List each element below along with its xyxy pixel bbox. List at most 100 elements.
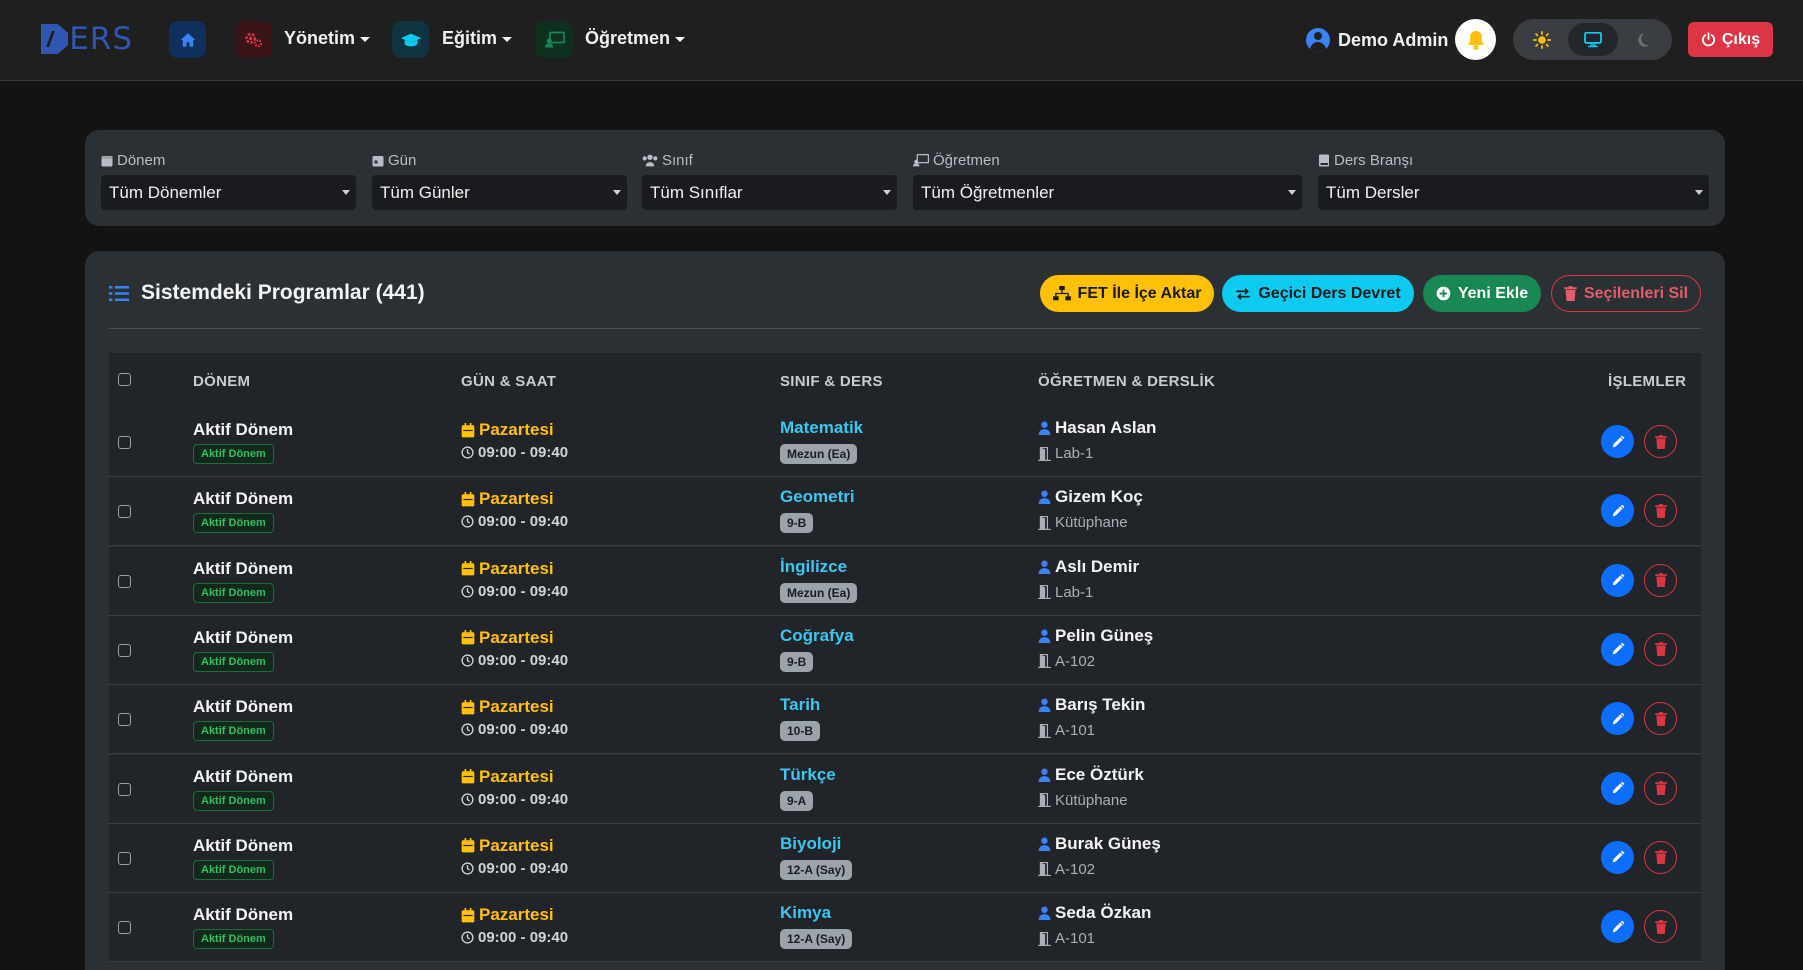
filter-donem-select[interactable]: Tüm Dönemler — [101, 175, 356, 210]
graduation-cap-icon — [400, 33, 421, 46]
row-saat: 09:00 - 09:40 — [461, 721, 568, 738]
filter-gun-select[interactable]: Tüm Günler — [372, 175, 627, 210]
pencil-icon — [1612, 920, 1624, 932]
exchange-icon — [1236, 287, 1251, 300]
delete-button[interactable] — [1644, 425, 1677, 458]
edit-button[interactable] — [1601, 494, 1634, 528]
row-checkbox[interactable] — [118, 851, 131, 865]
row-checkbox[interactable] — [118, 505, 131, 519]
filter-ders-bransi-select[interactable]: Tüm Dersler — [1318, 175, 1709, 210]
pencil-icon — [1612, 435, 1624, 447]
nav-home-button[interactable] — [169, 21, 206, 58]
filter-donem-value: Tüm Dönemler — [109, 182, 222, 202]
filter-sinif-value: Tüm Sınıflar — [650, 182, 743, 202]
notifications-button[interactable] — [1455, 19, 1496, 60]
nav-ogretmen-dropdown[interactable]: Öğretmen — [585, 28, 686, 49]
edit-button[interactable] — [1601, 563, 1634, 597]
delete-button[interactable] — [1644, 702, 1677, 736]
table-row[interactable]: Aktif Dönem Aktif Dönem Pazartesi 09:00 - 0… — [109, 546, 1701, 616]
edit-button[interactable] — [1601, 771, 1634, 805]
top-navbar: ERS Yönetim Eğitim Öğretmen Demo Admin Ç… — [0, 0, 1803, 81]
divider — [109, 328, 1701, 329]
nav-egitim-dropdown[interactable]: Eğitim — [442, 28, 513, 49]
row-checkbox[interactable] — [118, 782, 131, 796]
donem-status-badge: Aktif Dönem — [193, 721, 274, 742]
theme-light-button[interactable] — [1517, 23, 1567, 56]
filter-ogretmen-label: Öğretmen — [933, 151, 1000, 169]
nav-yonetim-dropdown[interactable]: Yönetim — [284, 28, 371, 49]
delete-button[interactable] — [1644, 910, 1677, 944]
pencil-icon — [1612, 573, 1624, 586]
desktop-icon — [1583, 31, 1602, 47]
row-ogretmen: Barış Tekin — [1038, 695, 1145, 715]
nav-ogretmen-icon-box[interactable] — [536, 21, 573, 58]
row-gun-text: Pazartesi — [479, 420, 554, 439]
edit-button[interactable] — [1601, 702, 1634, 736]
nav-egitim-icon-box[interactable] — [392, 21, 429, 58]
user-icon — [1038, 490, 1051, 505]
donem-status-badge: Aktif Dönem — [193, 582, 274, 603]
filter-gun-label: Gün — [388, 151, 417, 169]
table-row[interactable]: Aktif Dönem Aktif Dönem Pazartesi 09:00 - 0… — [109, 685, 1701, 755]
row-gun-text: Pazartesi — [479, 697, 554, 717]
table-row[interactable]: Aktif Dönem Aktif Dönem Pazartesi 09:00 - 0… — [109, 893, 1701, 963]
theme-auto-button[interactable] — [1567, 23, 1618, 56]
user-menu[interactable]: Demo Admin — [1306, 28, 1448, 52]
list-icon — [109, 285, 129, 301]
row-donem: Aktif Dönem — [193, 766, 294, 786]
edit-button[interactable] — [1601, 425, 1634, 458]
row-donem: Aktif Dönem — [193, 627, 294, 647]
temporary-transfer-button[interactable]: Geçici Ders Devret — [1222, 275, 1414, 312]
delete-selected-button[interactable]: Seçilenleri Sil — [1551, 275, 1701, 312]
delete-button[interactable] — [1644, 632, 1677, 666]
table-header: DÖNEM GÜN & SAAT SINIF & DERS ÖĞRETMEN &… — [109, 353, 1701, 408]
delete-button[interactable] — [1644, 840, 1677, 874]
book-icon — [1319, 154, 1329, 166]
nav-egitim-label: Eğitim — [442, 28, 498, 48]
filter-gun-label-row: Gün — [372, 150, 627, 170]
moon-icon — [1638, 32, 1650, 47]
row-checkbox[interactable] — [118, 713, 131, 727]
column-header-islemler: İŞLEMLER — [1608, 373, 1687, 390]
delete-button[interactable] — [1644, 771, 1677, 805]
select-all-checkbox[interactable] — [118, 373, 131, 386]
row-derslik: A-101 — [1038, 930, 1095, 947]
sinif-badge: 12-A (Say) — [780, 859, 853, 880]
column-header-ogretmen-derslik[interactable]: ÖĞRETMEN & DERSLİK — [1038, 373, 1215, 390]
row-derslik: Lab-1 — [1038, 445, 1093, 462]
column-header-donem[interactable]: DÖNEM — [193, 373, 250, 390]
table-row[interactable]: Aktif Dönem Aktif Dönem Pazartesi 09:00 - 0… — [109, 615, 1701, 685]
trash-icon — [1654, 642, 1667, 657]
table-row[interactable]: Aktif Dönem Aktif Dönem Pazartesi 09:00 - 0… — [109, 477, 1701, 547]
edit-button[interactable] — [1601, 632, 1634, 666]
row-checkbox[interactable] — [118, 574, 131, 588]
table-row[interactable]: Aktif Dönem Aktif Dönem Pazartesi 09:00 - 0… — [109, 408, 1701, 477]
filter-ogretmen-select[interactable]: Tüm Öğretmenler — [913, 175, 1302, 210]
delete-button[interactable] — [1644, 494, 1677, 528]
add-new-button[interactable]: Yeni Ekle — [1423, 275, 1541, 312]
row-saat-text: 09:00 - 09:40 — [478, 582, 569, 600]
trash-icon — [1654, 711, 1667, 726]
filter-sinif-select[interactable]: Tüm Sınıflar — [642, 175, 897, 210]
fet-import-button[interactable]: FET İle İçe Aktar — [1040, 275, 1214, 312]
nav-yonetim-icon-box[interactable] — [235, 21, 272, 58]
brand-logo-mark — [41, 24, 69, 54]
logout-button[interactable]: Çıkış — [1688, 22, 1773, 57]
column-header-gun-saat[interactable]: GÜN & SAAT — [461, 373, 556, 390]
row-ogretmen-text: Aslı Demir — [1055, 556, 1140, 576]
row-checkbox[interactable] — [118, 436, 131, 449]
column-header-sinif-ders[interactable]: SINIF & DERS — [780, 373, 883, 390]
row-checkbox[interactable] — [118, 921, 131, 935]
brand-logo[interactable]: ERS — [41, 21, 133, 57]
filter-gun-value: Tüm Günler — [380, 182, 470, 202]
theme-dark-button[interactable] — [1618, 23, 1668, 56]
table-row[interactable]: Aktif Dönem Aktif Dönem Pazartesi 09:00 - 0… — [109, 754, 1701, 824]
row-checkbox[interactable] — [118, 643, 131, 657]
edit-button[interactable] — [1601, 910, 1634, 944]
table-row[interactable]: Aktif Dönem Aktif Dönem Pazartesi 09:00 - 0… — [109, 823, 1701, 893]
edit-button[interactable] — [1601, 840, 1634, 874]
row-ogretmen-text: Gizem Koç — [1055, 487, 1143, 507]
sinif-badge: 10-B — [780, 721, 821, 742]
delete-button[interactable] — [1644, 563, 1677, 597]
calendar-icon — [461, 561, 475, 576]
